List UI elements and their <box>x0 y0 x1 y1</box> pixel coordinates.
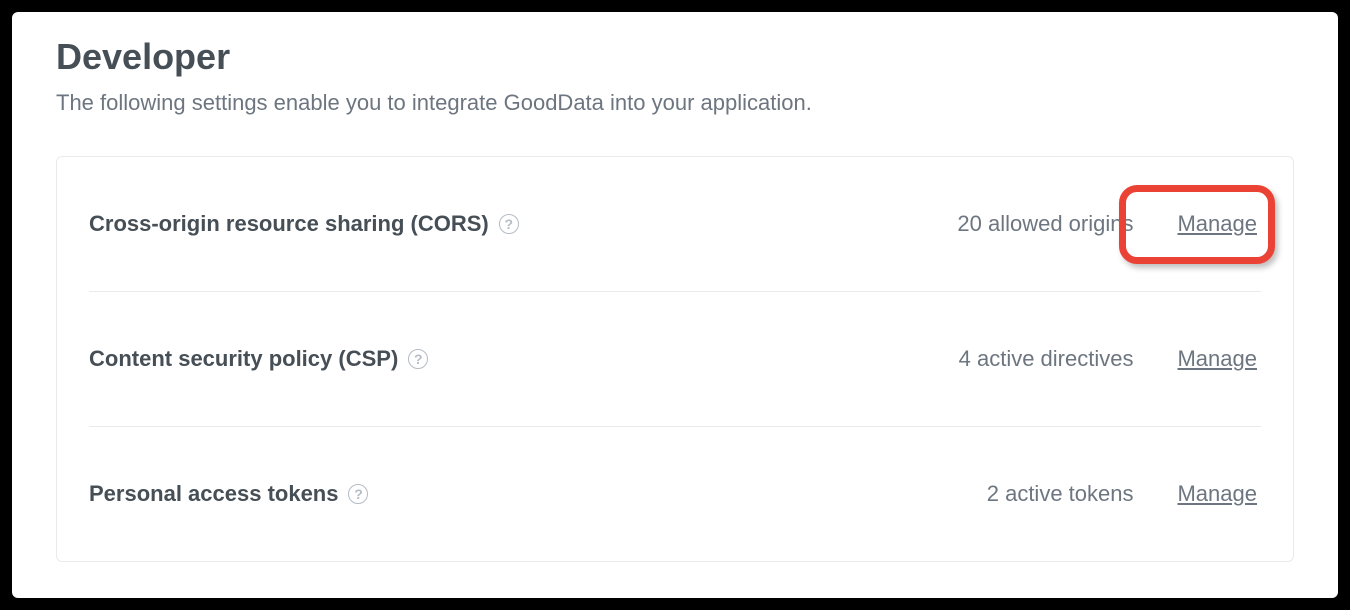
row-right: 2 active tokens Manage <box>987 475 1261 513</box>
page-description: The following settings enable you to int… <box>56 90 1294 116</box>
cors-status: 20 allowed origins <box>957 211 1133 237</box>
settings-row-tokens: Personal access tokens ? 2 active tokens… <box>89 427 1261 561</box>
csp-manage-link[interactable]: Manage <box>1173 340 1261 378</box>
tokens-manage-link[interactable]: Manage <box>1173 475 1261 513</box>
settings-row-cors: Cross-origin resource sharing (CORS) ? 2… <box>89 157 1261 292</box>
help-icon[interactable]: ? <box>499 214 519 234</box>
tokens-title: Personal access tokens <box>89 481 338 507</box>
settings-row-csp: Content security policy (CSP) ? 4 active… <box>89 292 1261 427</box>
csp-status: 4 active directives <box>959 346 1134 372</box>
settings-card: Cross-origin resource sharing (CORS) ? 2… <box>56 156 1294 562</box>
row-right: 20 allowed origins Manage <box>957 205 1261 243</box>
cors-title: Cross-origin resource sharing (CORS) <box>89 211 489 237</box>
page-title: Developer <box>56 36 1294 78</box>
help-icon[interactable]: ? <box>408 349 428 369</box>
csp-title: Content security policy (CSP) <box>89 346 398 372</box>
help-icon[interactable]: ? <box>348 484 368 504</box>
row-left: Cross-origin resource sharing (CORS) ? <box>89 211 519 237</box>
row-left: Content security policy (CSP) ? <box>89 346 428 372</box>
developer-settings-page: Developer The following settings enable … <box>12 12 1338 598</box>
row-right: 4 active directives Manage <box>959 340 1261 378</box>
cors-manage-link[interactable]: Manage <box>1173 205 1261 243</box>
row-left: Personal access tokens ? <box>89 481 368 507</box>
tokens-status: 2 active tokens <box>987 481 1134 507</box>
